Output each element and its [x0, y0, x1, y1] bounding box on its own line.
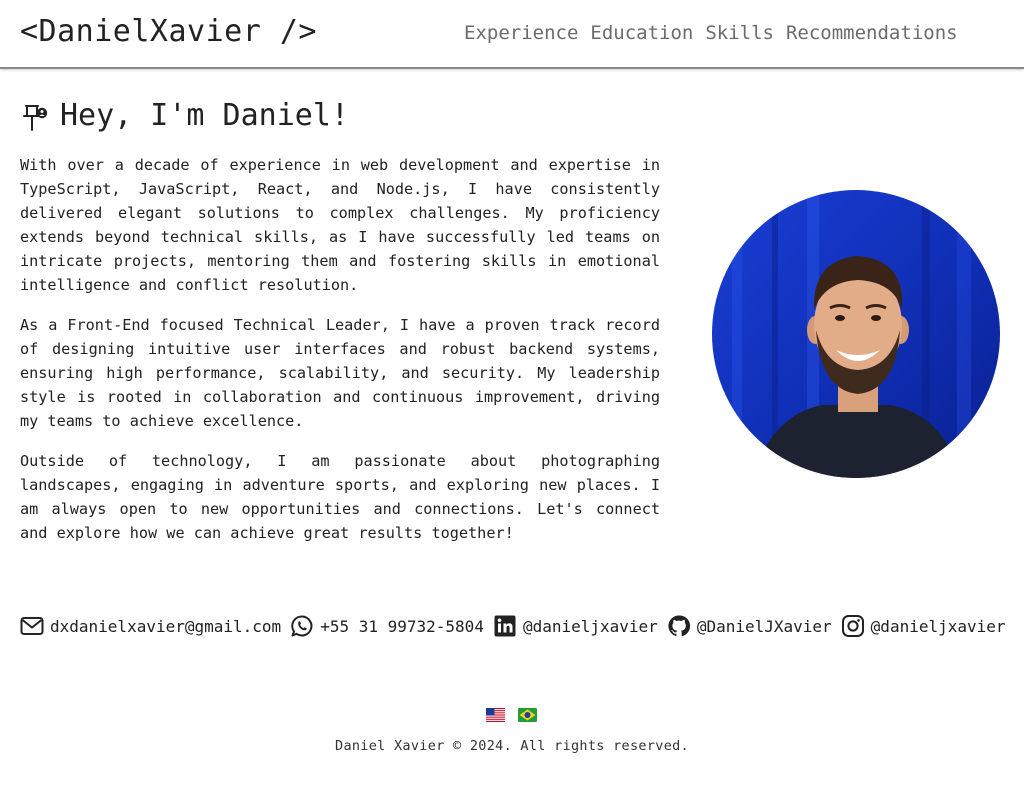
nav-experience[interactable]: Experience [464, 22, 578, 44]
envelope-icon [20, 614, 44, 638]
profile-photo [712, 190, 1000, 478]
linkedin-icon [493, 614, 517, 638]
nav-skills[interactable]: Skills [705, 22, 774, 44]
nav-recommendations[interactable]: Recommendations [786, 22, 958, 44]
copyright-text: Daniel Xavier © 2024. All rights reserve… [335, 738, 689, 754]
site-header: <DanielXavier /> Experience Education Sk… [0, 0, 1024, 69]
intro-heading: Hey, I'm Daniel! [20, 98, 349, 133]
instagram-link[interactable]: @danieljxavier [841, 614, 1006, 638]
main-nav: Experience Education Skills Recommendati… [464, 22, 958, 44]
bio-paragraph-3: Outside of technology, I am passionate a… [20, 452, 660, 542]
nav-education[interactable]: Education [590, 22, 693, 44]
github-icon [667, 614, 691, 638]
instagram-icon [841, 614, 865, 638]
email-label: dxdanielxavier@gmail.com [50, 616, 282, 636]
github-label: @DanielJXavier [696, 616, 832, 636]
bio-section: With over a decade of experience in web … [20, 153, 660, 561]
pushpin-with-person-icon [20, 100, 50, 132]
bio-paragraph-2: As a Front-End focused Technical Leader,… [20, 316, 660, 430]
linkedin-link[interactable]: @danieljxavier [493, 614, 658, 638]
phone-label: +55 31 99732-5804 [320, 616, 484, 636]
linkedin-label: @danieljxavier [522, 616, 658, 636]
whatsapp-link[interactable]: +55 31 99732-5804 [290, 614, 484, 638]
email-link[interactable]: dxdanielxavier@gmail.com [20, 614, 281, 638]
us-flag-icon[interactable] [486, 708, 505, 722]
bio-paragraph-1: With over a decade of experience in web … [20, 156, 660, 294]
contact-links: dxdanielxavier@gmail.com +55 31 99732-58… [20, 614, 1015, 638]
github-link[interactable]: @DanielJXavier [667, 614, 832, 638]
whatsapp-icon [290, 614, 314, 638]
brazil-flag-icon[interactable] [518, 708, 537, 722]
language-switcher [486, 708, 537, 722]
instagram-label: @danieljxavier [870, 616, 1006, 636]
site-logo[interactable]: <DanielXavier /> [20, 14, 317, 49]
page-title: Hey, I'm Daniel! [60, 98, 349, 133]
